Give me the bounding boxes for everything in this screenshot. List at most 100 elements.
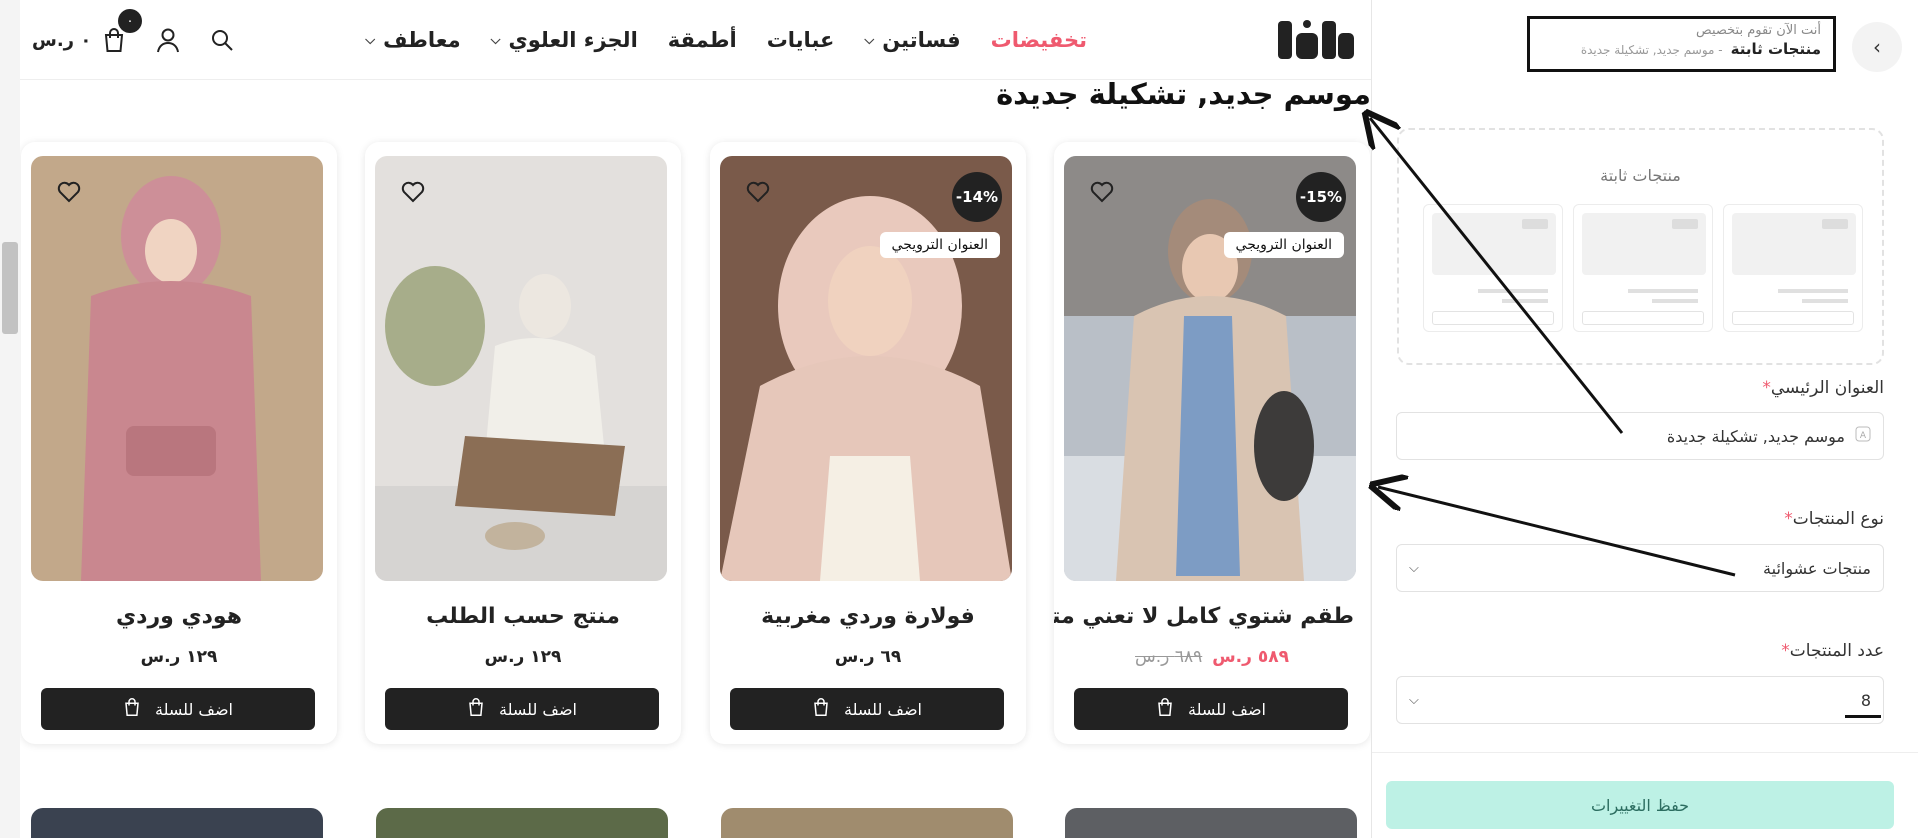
save-changes-button[interactable]: حفظ التغييرات xyxy=(1386,781,1894,829)
nav-label: أطمقة xyxy=(667,28,737,52)
title-input[interactable] xyxy=(1409,426,1845,446)
svg-text:A: A xyxy=(1860,431,1867,441)
product-price: ٦٩ ر.س xyxy=(710,647,1026,667)
product-price: ٥٨٩ ر.س ٦٨٩ ر.س xyxy=(1054,647,1370,667)
product-card[interactable]: -14% العنوان الترويجي فولارة وردي مغربية… xyxy=(710,142,1026,744)
title-field-label: العنوان الرئيسي* xyxy=(1762,378,1884,398)
product-image[interactable] xyxy=(31,156,323,581)
nav-label: عبايات xyxy=(766,28,835,52)
header-actions: ٠ ر.س ٠ xyxy=(32,9,237,58)
nav-item-coats[interactable]: معاطف ⌵ xyxy=(365,28,460,52)
count-field-label: عدد المنتجات* xyxy=(1781,641,1884,661)
store-preview: ٠ ر.س ٠ تخفيضات فساتين ⌵ عبايات أطمقة الج… xyxy=(20,0,1371,838)
next-row-product-image[interactable] xyxy=(1065,808,1357,838)
scrollbar-thumb[interactable] xyxy=(2,242,18,334)
mini-product-preview xyxy=(1723,204,1863,332)
heart-icon[interactable] xyxy=(55,178,83,206)
chevron-left-icon: ‹ xyxy=(1873,35,1881,59)
add-to-cart-button[interactable]: اضف للسلة xyxy=(41,688,315,730)
product-price: ١٢٩ ر.س xyxy=(365,647,681,667)
shopping-bag-icon xyxy=(467,697,485,721)
heart-icon[interactable] xyxy=(744,178,772,206)
shopping-bag-icon xyxy=(812,697,830,721)
nav-label: الجزء العلوي xyxy=(508,28,638,52)
main-nav: تخفيضات فساتين ⌵ عبايات أطمقة الجزء العلو… xyxy=(365,22,1087,58)
product-count-select[interactable]: 8 ⌵ xyxy=(1396,676,1884,724)
breadcrumb: أنت الآن تقوم بتخصيص منتجات ثابتة - موسم… xyxy=(1527,16,1836,72)
label-text: عدد المنتجات xyxy=(1789,641,1884,661)
section-preview: منتجات ثابتة xyxy=(1397,128,1884,365)
nav-item-tops[interactable]: الجزء العلوي ⌵ xyxy=(491,28,638,52)
next-row-product-image[interactable] xyxy=(31,808,323,838)
customizing-hint: أنت الآن تقوم بتخصيص xyxy=(1696,23,1821,38)
promo-label: العنوان الترويجي xyxy=(879,232,1000,258)
required-mark: * xyxy=(1781,641,1790,661)
store-logo[interactable] xyxy=(1278,15,1354,63)
cart[interactable]: ٠ ر.س ٠ xyxy=(32,9,142,55)
section-title: موسم جديد, تشكيلة جديدة xyxy=(996,77,1371,111)
nav-item-sale[interactable]: تخفيضات xyxy=(991,28,1087,52)
mini-product-preview xyxy=(1423,204,1563,332)
next-row-product-image[interactable] xyxy=(721,808,1013,838)
store-header: ٠ ر.س ٠ تخفيضات فساتين ⌵ عبايات أطمقة الج… xyxy=(20,0,1371,80)
sale-price: ٥٨٩ ر.س xyxy=(1212,647,1289,667)
shopping-bag-icon xyxy=(123,697,141,721)
discount-badge: -15% xyxy=(1296,172,1346,222)
product-card[interactable]: -15% العنوان الترويجي طقم شتوي كامل لا ت… xyxy=(1054,142,1370,744)
add-to-cart-button[interactable]: اضف للسلة xyxy=(730,688,1004,730)
label-text: العنوان الرئيسي xyxy=(1770,378,1884,398)
old-price: ٦٨٩ ر.س xyxy=(1135,647,1203,667)
required-mark: * xyxy=(1784,509,1793,529)
nav-item-abayas[interactable]: عبايات xyxy=(767,28,835,52)
required-mark: * xyxy=(1762,378,1771,398)
add-to-cart-label: اضف للسلة xyxy=(499,699,577,719)
add-to-cart-button[interactable]: اضف للسلة xyxy=(1074,688,1348,730)
product-card[interactable]: منتج حسب الطلب ١٢٩ ر.س اضف للسلة xyxy=(365,142,681,744)
breadcrumb-section: منتجات ثابتة xyxy=(1730,40,1821,58)
price-value: ٦٩ ر.س xyxy=(834,647,902,667)
nav-item-sets[interactable]: أطمقة xyxy=(668,28,737,52)
product-name[interactable]: طقم شتوي كامل لا تعني متاب... xyxy=(1054,604,1370,629)
mini-product-preview xyxy=(1573,204,1713,332)
product-card[interactable]: هودي وردي ١٢٩ ر.س اضف للسلة xyxy=(21,142,337,744)
select-value: 8 xyxy=(1860,690,1871,710)
nav-label: تخفيضات xyxy=(990,28,1087,52)
product-name[interactable]: هودي وردي xyxy=(21,604,337,629)
price-value: ١٢٩ ر.س xyxy=(484,647,562,667)
chevron-down-icon: ⌵ xyxy=(1409,692,1419,708)
page-scrollbar[interactable] xyxy=(0,0,20,838)
type-field-label: نوع المنتجات* xyxy=(1784,509,1884,529)
back-button[interactable]: ‹ xyxy=(1852,22,1902,72)
nav-label: معاطف xyxy=(383,28,461,52)
select-value: منتجات عشوائية xyxy=(1763,558,1871,578)
label-text: نوع المنتجات xyxy=(1792,509,1884,529)
heart-icon[interactable] xyxy=(399,178,427,206)
title-field[interactable]: A xyxy=(1396,412,1884,460)
shopping-bag-icon xyxy=(1156,697,1174,721)
panel-footer: حفظ التغييرات xyxy=(1372,752,1918,838)
cart-total: ٠ ر.س xyxy=(32,29,92,51)
panel-scrollbar[interactable] xyxy=(1906,0,1914,838)
highlight-underline xyxy=(1845,715,1881,718)
product-type-select[interactable]: منتجات عشوائية ⌵ xyxy=(1396,544,1884,592)
user-icon[interactable] xyxy=(153,25,183,55)
product-image[interactable] xyxy=(375,156,667,581)
customizer-panel: ‹ أنت الآن تقوم بتخصيص منتجات ثابتة - مو… xyxy=(1371,0,1918,838)
add-to-cart-label: اضف للسلة xyxy=(155,699,233,719)
next-row-product-image[interactable] xyxy=(376,808,668,838)
nav-item-dresses[interactable]: فساتين ⌵ xyxy=(864,28,960,52)
add-to-cart-button[interactable]: اضف للسلة xyxy=(385,688,659,730)
text-icon: A xyxy=(1855,426,1871,446)
section-preview-title: منتجات ثابتة xyxy=(1600,166,1681,185)
nav-label: فساتين xyxy=(882,28,961,52)
search-icon[interactable] xyxy=(207,25,237,55)
heart-icon[interactable] xyxy=(1088,178,1116,206)
product-name[interactable]: فولارة وردي مغربية xyxy=(710,604,1026,629)
discount-badge: -14% xyxy=(952,172,1002,222)
chevron-down-icon: ⌵ xyxy=(1409,560,1419,576)
add-to-cart-label: اضف للسلة xyxy=(1188,699,1266,719)
chevron-down-icon: ⌵ xyxy=(490,32,501,48)
product-price: ١٢٩ ر.س xyxy=(21,647,337,667)
add-to-cart-label: اضف للسلة xyxy=(844,699,922,719)
product-name[interactable]: منتج حسب الطلب xyxy=(365,604,681,629)
